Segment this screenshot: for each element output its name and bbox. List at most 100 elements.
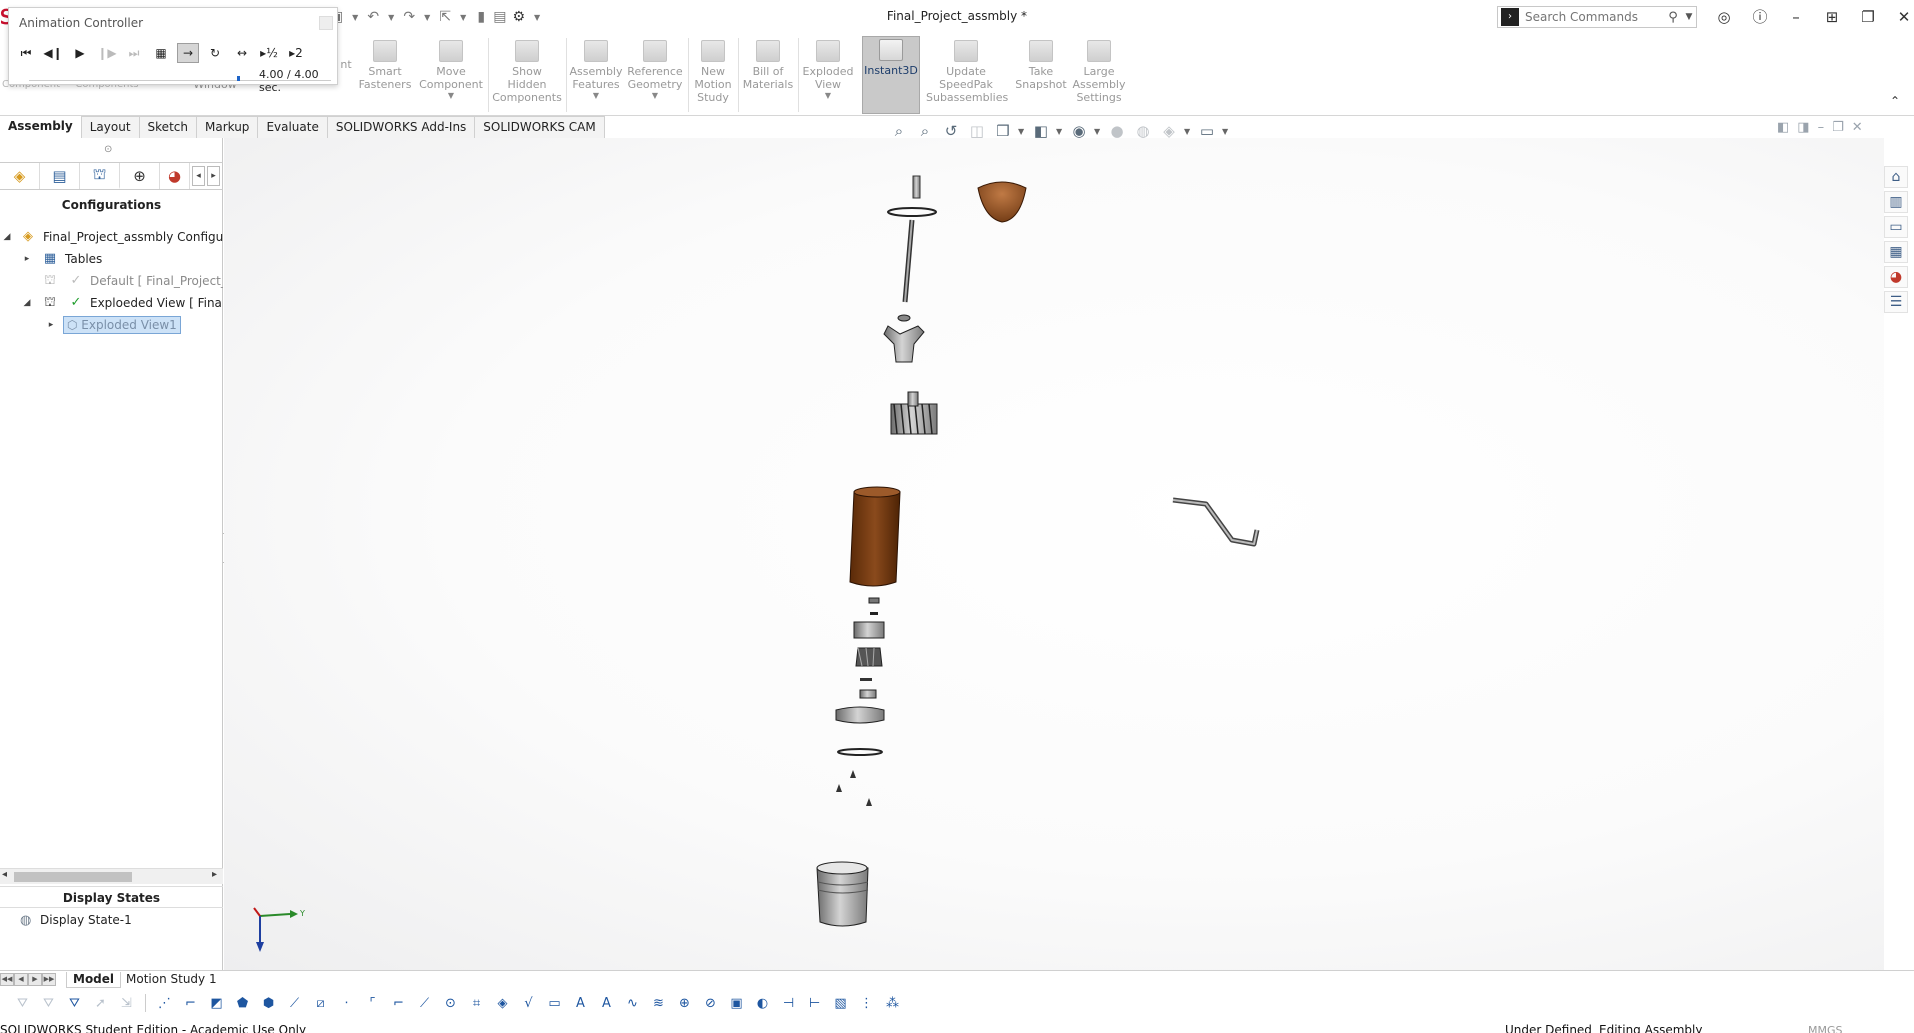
file-explorer-icon[interactable]: ▭ [1884,216,1908,238]
scrollbar-thumb[interactable] [14,872,132,882]
smart-fasteners-button[interactable]: Smart Fasteners [358,38,412,110]
tile-icon[interactable]: ⊞ [1814,4,1850,30]
property-manager-tab[interactable]: ▤ [40,163,80,189]
selected-tree-item[interactable]: ⬡ Exploded View1 [63,316,181,334]
connection-point-icon[interactable]: ⊣ [778,993,799,1013]
first-tab-icon[interactable]: ◀◀ [0,973,14,986]
tile-left-icon[interactable]: ◧ [1777,120,1789,135]
dimxpert-manager-tab[interactable]: ⊕ [120,163,160,189]
redo-icon[interactable]: ↷ [403,9,415,25]
reference-geometry-button[interactable]: Reference Geometry ▼ [626,38,684,110]
main-body[interactable] [849,486,901,587]
display-state-item[interactable]: ◍ Display State-1 [20,910,132,930]
select-arrow-icon[interactable]: ➚ [90,993,111,1013]
close-icon[interactable]: ✕ [1852,120,1863,135]
file-properties-icon[interactable]: ▤ [493,9,506,25]
appearances-icon[interactable]: ◕ [1884,266,1908,288]
show-hidden-components-button[interactable]: Show Hidden Components [490,38,564,110]
chevron-down-icon[interactable]: ▼ [568,91,624,101]
collapse-icon[interactable]: ◢ [2,226,12,248]
chevron-down-icon[interactable]: ▼ [1094,127,1102,136]
filter-all-icon[interactable]: ⛛ [64,993,85,1013]
tile-right-icon[interactable]: ◨ [1797,120,1809,135]
upper-coupler[interactable] [883,314,925,363]
step-back-icon[interactable]: ◀❙ [42,43,64,63]
cap-part[interactable] [977,181,1027,223]
next-tab-icon[interactable]: ▶ [28,973,42,986]
chevron-down-icon[interactable]: ▼ [349,13,361,22]
assembly-features-button[interactable]: Assembly Features ▼ [568,38,624,110]
graphics-area[interactable]: Y [224,138,1884,974]
search-icon[interactable]: ⚲ [1664,10,1682,25]
tab-layout[interactable]: Layout [81,116,140,138]
select-other-icon[interactable]: ⇲ [116,993,137,1013]
slow-play-icon[interactable]: ▸½ [258,43,280,63]
mesh-facet-icon[interactable]: ▧ [830,993,851,1013]
home-icon[interactable]: ⌂ [1884,166,1908,188]
search-input[interactable] [1519,10,1664,24]
chevron-down-icon[interactable]: ▼ [626,91,684,101]
bottom-container[interactable] [816,861,869,927]
chevron-down-icon[interactable]: ▼ [421,13,433,22]
top-pin[interactable] [912,175,921,199]
skip-to-end-icon[interactable]: ⏭ [123,43,145,63]
select-all-icon[interactable]: ⁂ [882,993,903,1013]
solid-filter-icon[interactable]: ⬢ [258,993,279,1013]
playback-slider[interactable] [29,80,331,81]
weld-bead-icon[interactable]: ≋ [648,993,669,1013]
arrow-right-icon[interactable]: ▸ [207,166,220,186]
filter-toggle-icon[interactable]: ⛛ [38,993,59,1013]
save-animation-icon[interactable]: ▦ [150,43,172,63]
tree-node-root[interactable]: ◢ ◈ Final_Project_assmbly Configurati [0,226,223,248]
chevron-down-icon[interactable]: ▼ [385,13,397,22]
move-component-button[interactable]: Move Component ▼ [416,38,486,110]
display-manager-tab[interactable]: ◕ [160,163,190,189]
unit-system[interactable]: MMGS [1808,1022,1843,1033]
cursor-filter-icon[interactable]: ⋮ [856,993,877,1013]
feature-manager-tab[interactable]: ◈ [0,163,40,189]
coord-filter-icon[interactable]: ⌜ [362,993,383,1013]
account-icon[interactable]: ◎ [1706,4,1742,30]
chevron-down-icon[interactable]: ▼ [416,91,486,101]
loop-icon[interactable]: ↻ [204,43,226,63]
reciprocate-icon[interactable]: ↔ [231,43,253,63]
gtol-icon[interactable]: ▭ [544,993,565,1013]
arrow-left-icon[interactable]: ◂ [192,166,205,186]
weld-symbol-icon[interactable]: ∿ [622,993,643,1013]
tab-assembly[interactable]: Assembly [0,116,82,138]
tree-node-exploded-view1[interactable]: ▸ ⬡ Exploded View1 [0,314,223,336]
expand-icon[interactable]: ▸ [46,314,56,336]
midpoint-filter-icon[interactable]: ⊙ [440,993,461,1013]
tree-node-tables[interactable]: ▸ ▦ Tables [0,248,223,270]
tab-markup[interactable]: Markup [196,116,259,138]
shaft[interactable] [902,219,915,303]
tab-evaluate[interactable]: Evaluate [258,116,328,138]
last-tab-icon[interactable]: ▶▶ [42,973,56,986]
chevron-down-icon[interactable]: ▼ [1056,127,1064,136]
exploded-view-button[interactable]: Exploded View ▼ [800,38,856,110]
center-mark-icon[interactable]: ⌗ [466,993,487,1013]
tab-model[interactable]: Model [66,972,122,988]
configuration-manager-tab[interactable]: ⛫ [80,163,120,189]
instant3d-button[interactable]: Instant3D [862,36,920,114]
surface-filter-icon[interactable]: ⬟ [232,993,253,1013]
crank-handle[interactable] [1172,497,1260,547]
collapse-ribbon-icon[interactable]: ⌃ [1890,94,1900,108]
note-filter-icon[interactable]: A [570,993,591,1013]
fast-play-icon[interactable]: ▸2 [285,43,307,63]
custom-properties-icon[interactable]: ☰ [1884,291,1908,313]
arrow-left-icon[interactable]: ◂ [2,869,7,880]
close-icon[interactable]: ✕ [1886,4,1914,30]
tree-node-default[interactable]: ⛫ ✓ Default [ Final_Project_as [0,270,223,292]
update-speedpak-button[interactable]: Update SpeedPak Subassemblies [926,38,1008,110]
horizontal-scrollbar[interactable]: ◂ ▸ [0,868,223,884]
face-filter-icon[interactable]: ◩ [206,993,227,1013]
filter-icon[interactable]: ⛛ [12,993,33,1013]
vertex-filter-icon[interactable]: ⋰ [154,993,175,1013]
chevron-down-icon[interactable]: ▼ [531,13,543,22]
view-palette-icon[interactable]: ▦ [1884,241,1908,263]
surface-finish-icon[interactable]: √ [518,993,539,1013]
datum-target-icon[interactable]: ⊕ [674,993,695,1013]
restore-icon[interactable]: ❐ [1832,120,1844,135]
minimize-icon[interactable]: – [1818,120,1825,135]
